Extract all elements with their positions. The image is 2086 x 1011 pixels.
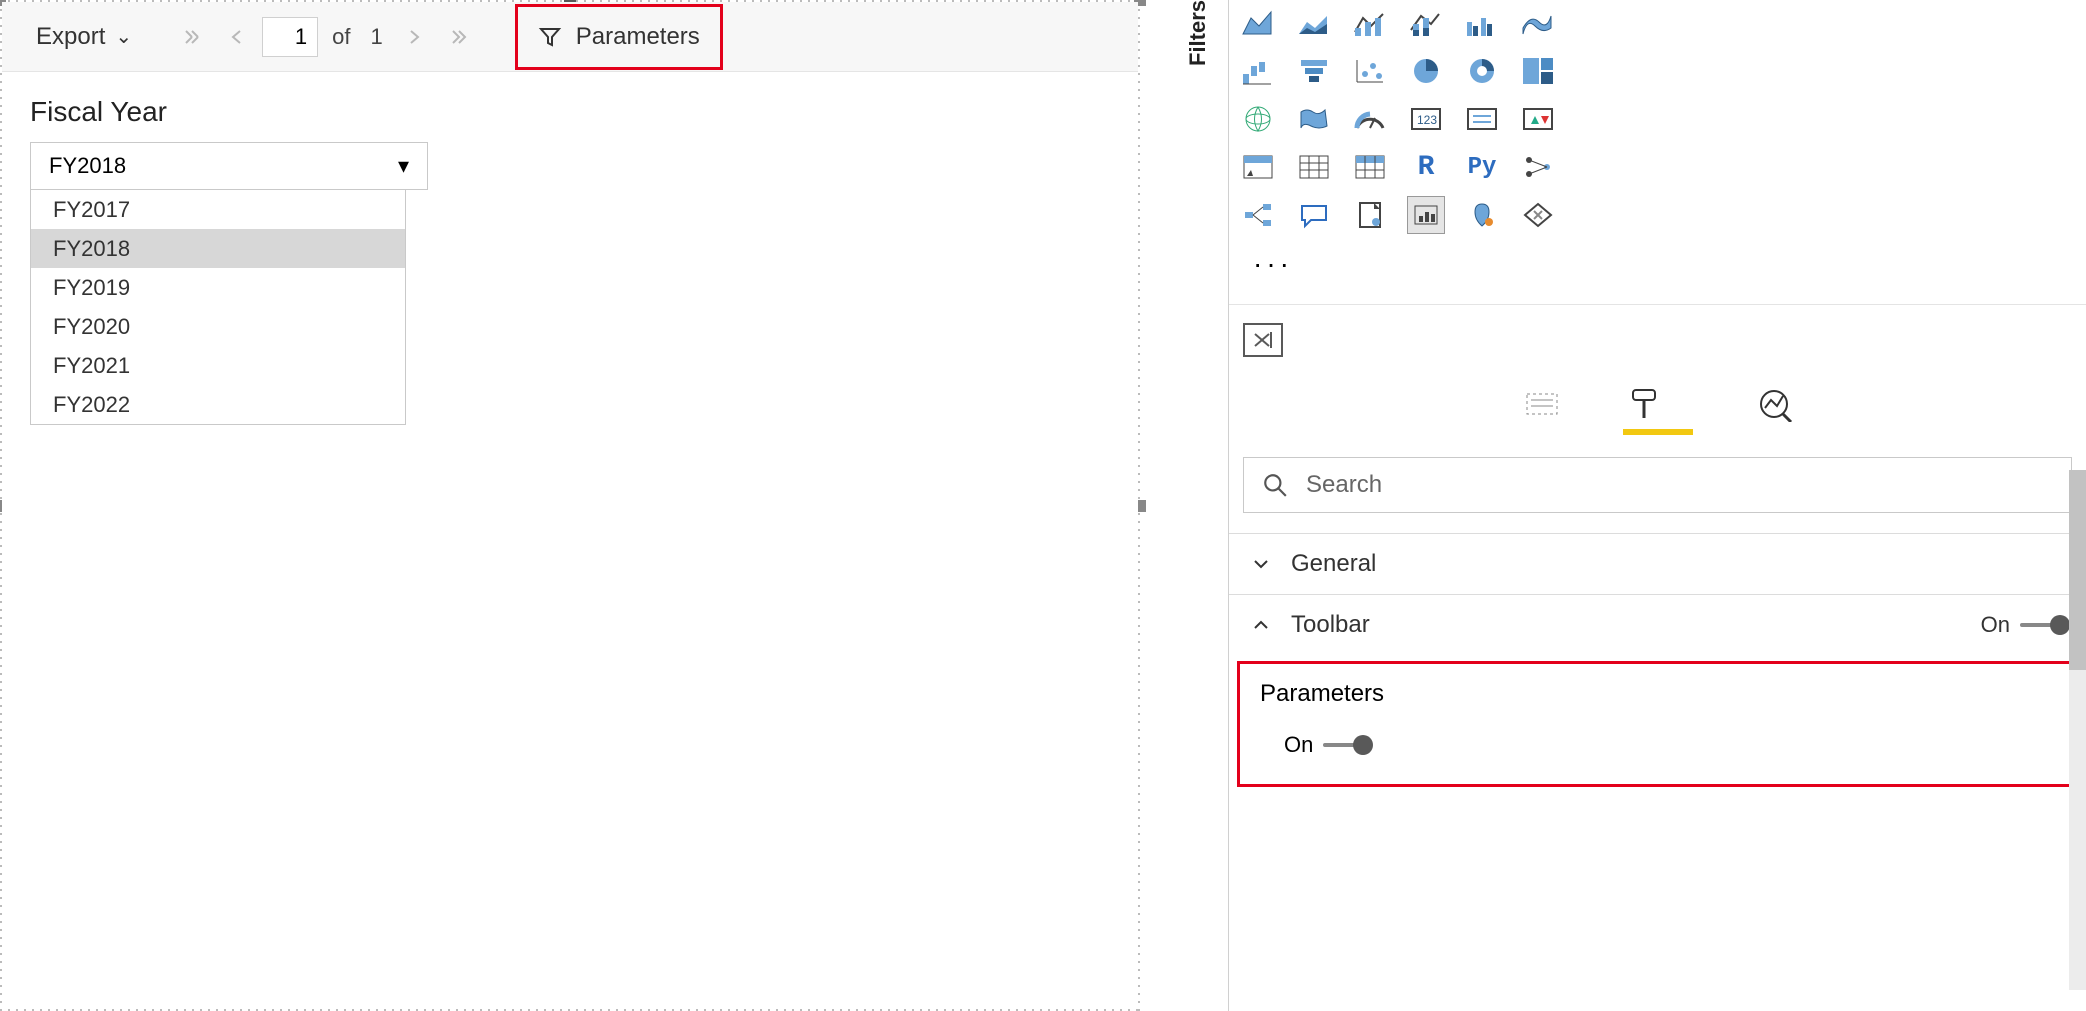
parameters-card-label: Parameters (1260, 680, 2049, 708)
search-placeholder: Search (1306, 471, 1382, 499)
parameter-label: Fiscal Year (30, 96, 1110, 128)
arcgis-icon[interactable] (1463, 196, 1501, 234)
dropdown-option[interactable]: FY2022 (31, 385, 405, 424)
slicer-icon[interactable] (1239, 148, 1277, 186)
parameters-button[interactable]: Parameters (515, 4, 723, 70)
visualizations-gallery: 123 R Py ··· (1229, 0, 2086, 294)
search-icon (1262, 472, 1288, 498)
map-icon[interactable] (1239, 100, 1277, 138)
donut-icon[interactable] (1463, 52, 1501, 90)
kpi-icon[interactable] (1519, 100, 1557, 138)
parameters-toggle[interactable]: On (1284, 732, 1367, 758)
pane-tabs (1229, 383, 2086, 451)
chevron-down-icon: ▾ (398, 153, 409, 179)
toolbar-toggle[interactable]: On (1981, 612, 2064, 638)
dropdown-option[interactable]: FY2021 (31, 346, 405, 385)
export-button[interactable]: Export ⌄ (26, 17, 142, 57)
decomposition-icon[interactable] (1239, 196, 1277, 234)
svg-text:123: 123 (1417, 113, 1437, 127)
analytics-tab[interactable] (1753, 383, 1795, 425)
filled-map-icon[interactable] (1295, 100, 1333, 138)
area-chart-icon[interactable] (1239, 4, 1277, 42)
export-label: Export (36, 23, 105, 51)
line-clustered-icon[interactable] (1463, 4, 1501, 42)
dropdown-option[interactable]: FY2019 (31, 268, 405, 307)
fiscal-year-dropdown-list: FY2017 FY2018 FY2019 FY2020 FY2021 FY202… (30, 190, 406, 425)
active-tab-indicator (1623, 429, 1693, 435)
toolbar-card-label: Toolbar (1291, 611, 1370, 639)
pie-icon[interactable] (1407, 52, 1445, 90)
prev-page-button[interactable] (218, 19, 254, 55)
paginated-icon[interactable] (1351, 196, 1389, 234)
scrollbar-thumb[interactable] (2069, 470, 2086, 670)
chevron-up-icon (1251, 615, 1273, 635)
waterfall-icon[interactable] (1239, 52, 1277, 90)
fiscal-year-dropdown[interactable]: FY2018 ▾ (30, 142, 428, 190)
report-toolbar: Export ⌄ of 1 Param (2, 2, 1138, 72)
funnel-icon (538, 25, 562, 49)
card-icon[interactable]: 123 (1407, 100, 1445, 138)
general-card[interactable]: General (1229, 533, 2086, 594)
multi-card-icon[interactable] (1463, 100, 1501, 138)
page-total: 1 (371, 24, 383, 50)
chevron-down-icon: ⌄ (115, 24, 132, 49)
general-label: General (1291, 550, 1376, 578)
powerapps-icon[interactable] (1407, 196, 1445, 234)
more-visuals-button[interactable]: ··· (1239, 244, 2076, 284)
page-number-input[interactable] (262, 17, 318, 57)
table-icon[interactable] (1295, 148, 1333, 186)
toolbar-toggle-state: On (1981, 612, 2010, 638)
dropdown-option[interactable]: FY2020 (31, 307, 405, 346)
report-canvas[interactable]: Export ⌄ of 1 Param (0, 0, 1140, 1011)
parameters-card-highlight: Parameters On (1237, 661, 2072, 787)
line-chart-icon[interactable] (1351, 4, 1389, 42)
py-visual-icon[interactable]: Py (1463, 148, 1501, 186)
next-page-button[interactable] (397, 19, 433, 55)
dropdown-selected: FY2018 (49, 153, 126, 179)
parameters-toggle-state: On (1284, 732, 1313, 758)
toolbar-card[interactable]: Toolbar On (1229, 594, 2086, 655)
page-of-label: of (332, 24, 350, 50)
key-influencers-icon[interactable] (1519, 148, 1557, 186)
qa-icon[interactable] (1295, 196, 1333, 234)
filters-pane-tab[interactable]: Filters (1178, 0, 1218, 120)
filters-label: Filters (1185, 0, 1211, 66)
fields-tab[interactable] (1521, 383, 1563, 425)
dropdown-option[interactable]: FY2017 (31, 190, 405, 229)
stacked-area-icon[interactable] (1295, 4, 1333, 42)
funnel-icon[interactable] (1295, 52, 1333, 90)
chevron-down-icon (1251, 554, 1273, 574)
parameters-button-label: Parameters (576, 23, 700, 51)
values-field-well[interactable] (1243, 323, 1283, 357)
format-search[interactable]: Search (1243, 457, 2072, 513)
custom-visual-icon[interactable] (1519, 196, 1557, 234)
line-stacked-icon[interactable] (1407, 4, 1445, 42)
gauge-icon[interactable] (1351, 100, 1389, 138)
visualizations-pane: 123 R Py ··· (1228, 0, 2086, 1011)
treemap-icon[interactable] (1519, 52, 1557, 90)
dropdown-option[interactable]: FY2018 (31, 229, 405, 268)
scatter-icon[interactable] (1351, 52, 1389, 90)
format-tab[interactable] (1623, 383, 1665, 425)
matrix-icon[interactable] (1351, 148, 1389, 186)
last-page-button[interactable] (441, 19, 477, 55)
first-page-button[interactable] (174, 19, 210, 55)
ribbon-icon[interactable] (1519, 4, 1557, 42)
r-visual-icon[interactable]: R (1407, 148, 1445, 186)
format-pane-scrollbar[interactable] (2069, 470, 2086, 990)
